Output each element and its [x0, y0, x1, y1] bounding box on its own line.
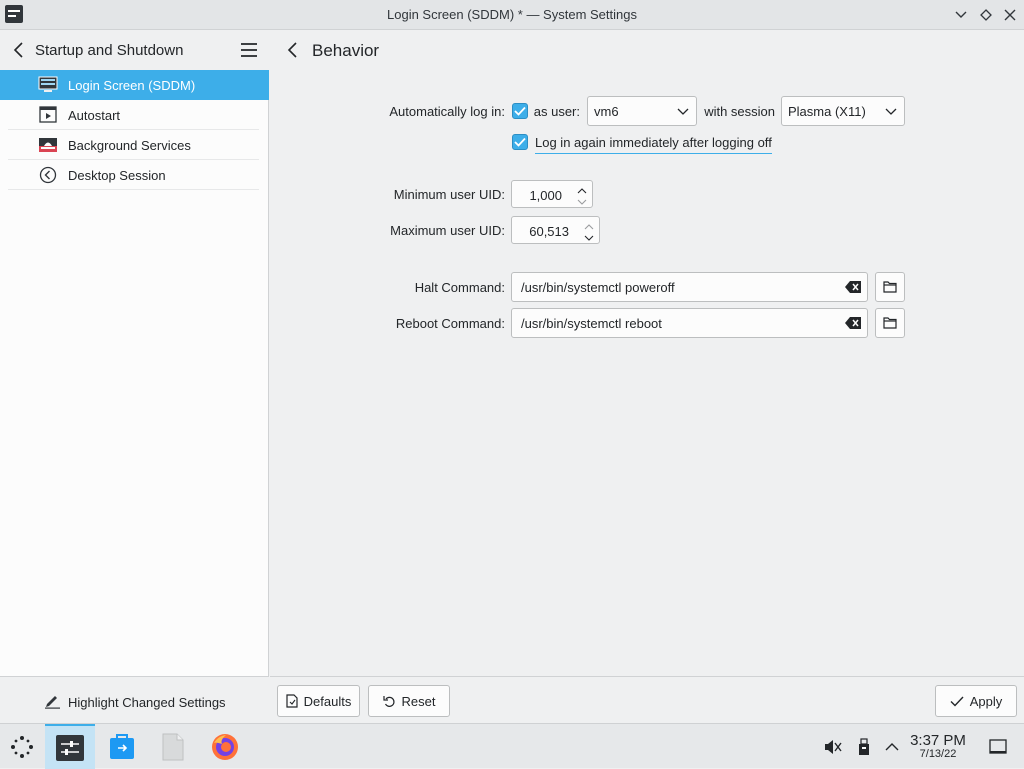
apply-label: Apply	[969, 693, 1003, 709]
clock-time: 3:37 PM	[910, 732, 966, 749]
defaults-button[interactable]: Defaults	[277, 685, 360, 717]
autologin-label: Automatically log in:	[389, 104, 505, 119]
autostart-icon	[38, 106, 58, 124]
launcher-icon[interactable]	[4, 724, 40, 769]
sidebar-item-label: Background Services	[68, 138, 191, 153]
min-uid-label: Minimum user UID:	[393, 187, 505, 202]
sidebar-title: Startup and Shutdown	[35, 42, 184, 59]
sidebar-item-autostart[interactable]: Autostart	[0, 100, 269, 130]
chevron-down-icon	[677, 105, 689, 117]
services-icon	[38, 136, 58, 154]
sidebar-item-login-screen[interactable]: Login Screen (SDDM)	[0, 70, 269, 100]
max-uid-value: 60,513	[529, 224, 569, 239]
hamburger-menu-icon[interactable]	[240, 42, 258, 58]
reboot-command-value: /usr/bin/systemctl reboot	[521, 316, 662, 331]
muted-volume-icon[interactable]	[820, 724, 846, 769]
back-button[interactable]	[10, 40, 28, 60]
discover-icon[interactable]	[100, 724, 144, 769]
highlight-changed-settings-button[interactable]: Highlight Changed Settings	[44, 692, 226, 712]
clear-text-icon[interactable]	[845, 281, 861, 293]
max-uid-label: Maximum user UID:	[390, 223, 505, 238]
with-session-label: with session	[704, 104, 775, 119]
clock-date: 7/13/22	[919, 748, 957, 760]
page-title: Behavior	[312, 41, 380, 60]
apply-button[interactable]: Apply	[935, 685, 1017, 717]
reset-button[interactable]: Reset	[368, 685, 450, 717]
max-uid-spinbox[interactable]: 60,513	[511, 216, 600, 244]
folder-icon	[883, 317, 897, 329]
decrement-icon[interactable]	[576, 195, 588, 205]
undo-icon	[382, 695, 395, 707]
monitor-icon	[38, 76, 58, 94]
window-title: Login Screen (SDDM) * — System Settings	[387, 7, 637, 22]
clock[interactable]: 3:37 PM 7/13/22	[905, 732, 971, 760]
check-icon	[950, 696, 964, 707]
halt-command-label: Halt Command:	[414, 280, 505, 295]
files-icon[interactable]	[150, 724, 196, 769]
min-uid-value: 1,000	[529, 188, 562, 203]
reboot-command-input[interactable]: /usr/bin/systemctl reboot	[511, 308, 868, 338]
session-select[interactable]: Plasma (X11)	[781, 96, 905, 126]
sidebar: Startup and Shutdown Login Screen (SDDM)…	[0, 30, 269, 723]
sidebar-item-label: Autostart	[68, 108, 121, 123]
window-titlebar: Login Screen (SDDM) * — System Settings	[0, 0, 1024, 30]
reboot-command-label: Reboot Command:	[395, 316, 505, 331]
sidebar-item-label: Desktop Session	[68, 168, 166, 183]
user-select-value: vm6	[594, 104, 619, 119]
reset-label: Reset	[401, 693, 436, 709]
clear-text-icon[interactable]	[845, 317, 861, 329]
sidebar-item-label: Login Screen (SDDM)	[68, 78, 196, 93]
as-user-label: as user:	[533, 104, 580, 119]
folder-icon	[883, 281, 897, 293]
decrement-icon[interactable]	[583, 231, 595, 241]
user-select[interactable]: vm6	[587, 96, 697, 126]
autologin-checkbox[interactable]	[512, 103, 528, 119]
sidebar-header: Startup and Shutdown	[0, 30, 269, 70]
close-button[interactable]	[999, 4, 1021, 26]
sidebar-footer: Highlight Changed Settings	[0, 676, 269, 723]
maximize-button[interactable]	[975, 4, 997, 26]
page-header: Behavior	[270, 30, 1024, 70]
pencil-icon	[44, 692, 61, 712]
relogin-checkbox[interactable]	[512, 134, 528, 150]
defaults-label: Defaults	[303, 693, 352, 709]
session-select-value: Plasma (X11)	[788, 104, 866, 119]
document-icon	[286, 694, 298, 708]
session-icon	[38, 166, 58, 184]
min-uid-spinbox[interactable]: 1,000	[511, 180, 593, 208]
increment-icon[interactable]	[576, 184, 588, 194]
reboot-browse-button[interactable]	[875, 308, 905, 338]
check-icon	[514, 106, 526, 116]
taskbar: 3:37 PM 7/13/22	[0, 723, 1024, 769]
highlight-changed-label: Highlight Changed Settings	[68, 694, 226, 710]
back-button[interactable]	[284, 40, 302, 60]
show-desktop-icon[interactable]	[984, 724, 1012, 769]
minimize-button[interactable]	[950, 4, 972, 26]
chevron-down-icon	[885, 105, 897, 117]
system-settings-icon[interactable]	[45, 724, 95, 769]
halt-browse-button[interactable]	[875, 272, 905, 302]
usb-icon[interactable]	[852, 724, 876, 769]
check-icon	[514, 137, 526, 147]
increment-icon[interactable]	[583, 220, 595, 230]
relogin-label[interactable]: Log in again immediately after logging o…	[535, 135, 772, 154]
sidebar-item-background-services[interactable]: Background Services	[0, 130, 269, 160]
halt-command-value: /usr/bin/systemctl poweroff	[521, 280, 675, 295]
expand-tray-icon[interactable]	[880, 724, 904, 769]
halt-command-input[interactable]: /usr/bin/systemctl poweroff	[511, 272, 868, 302]
firefox-icon[interactable]	[202, 724, 248, 769]
sidebar-item-desktop-session[interactable]: Desktop Session	[0, 160, 269, 190]
